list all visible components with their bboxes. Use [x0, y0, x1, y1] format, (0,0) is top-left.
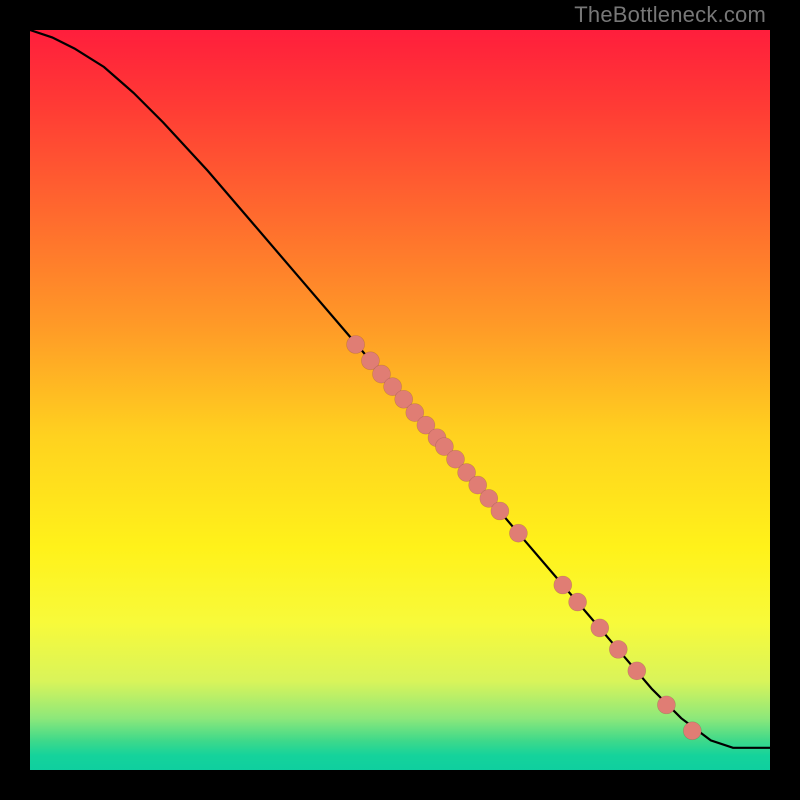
- watermark-text: TheBottleneck.com: [574, 2, 766, 28]
- data-point: [347, 336, 365, 354]
- data-point: [591, 619, 609, 637]
- data-point: [628, 662, 646, 680]
- data-point: [569, 593, 587, 611]
- data-point: [657, 696, 675, 714]
- data-point: [609, 640, 627, 658]
- plot-area: [30, 30, 770, 770]
- chart-frame: TheBottleneck.com: [0, 0, 800, 800]
- data-point: [554, 576, 572, 594]
- data-point: [683, 722, 701, 740]
- data-points: [347, 336, 702, 740]
- data-point: [509, 524, 527, 542]
- data-point: [491, 502, 509, 520]
- chart-svg: [30, 30, 770, 770]
